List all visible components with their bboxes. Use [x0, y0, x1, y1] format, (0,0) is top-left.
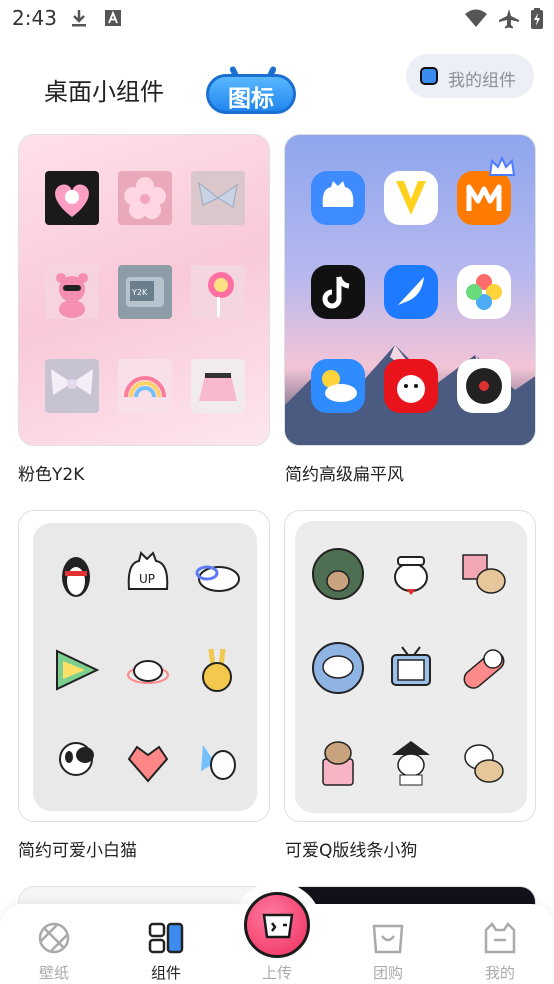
bunny-heart-icon: [45, 171, 99, 225]
upload-icon: [262, 913, 294, 939]
cloud-cat-icon: [195, 565, 240, 592]
mango-tv-icon: [457, 171, 511, 225]
flower-icon: [118, 171, 172, 225]
nav-label-group-buy: 团购: [372, 964, 403, 982]
vip-crown-icon: [488, 155, 516, 176]
weather-icon: [311, 359, 365, 413]
svg-text:Y2K: Y2K: [131, 288, 148, 297]
tv-dog-icon: [391, 646, 431, 686]
card-label-white-cat: 简约可爱小白猫: [18, 841, 137, 861]
widget-square-icon: [420, 67, 438, 85]
icon-tab-badge[interactable]: 图标: [206, 65, 298, 120]
nav-item-group-buy[interactable]: 团购: [348, 904, 428, 984]
skirt-icon: [191, 359, 245, 413]
up-cat-icon: UP: [127, 551, 169, 590]
widget-card-line-dog[interactable]: [284, 510, 536, 822]
bow-icon: [45, 359, 99, 413]
puzzle-dog-icon: [462, 554, 506, 594]
widget-card-flat-mountain[interactable]: [284, 134, 536, 446]
nav-item-profile[interactable]: 我的: [460, 904, 540, 984]
nav-label-profile: 我的: [484, 964, 515, 982]
upload-button[interactable]: [244, 892, 310, 958]
cat-cloud-icon: [311, 171, 365, 225]
dog-bag-icon: [322, 741, 354, 786]
svg-text:UP: UP: [139, 572, 155, 586]
widget-icon: [148, 922, 184, 954]
status-time: 2:43: [12, 6, 57, 30]
icon-tab-label: 图标: [228, 86, 274, 112]
card-label-flat-mountain: 简约高级扁平风: [285, 465, 404, 485]
page-title: 桌面小组件: [44, 78, 164, 106]
airplane-icon: [499, 9, 519, 29]
nav-label-widget: 组件: [150, 964, 181, 982]
bunny-icon: [202, 648, 232, 692]
rainbow-icon: [118, 359, 172, 413]
status-bar: 2:43: [0, 0, 554, 36]
sleeping-cat-icon: [127, 660, 169, 684]
profile-icon: [484, 922, 516, 954]
group-buy-icon: [372, 924, 404, 954]
tv-y2k-icon: Y2K: [118, 265, 172, 319]
my-widget-button[interactable]: 我的组件: [406, 54, 534, 98]
a-badge-icon: [105, 10, 121, 26]
music-disc-icon: [457, 359, 511, 413]
feather-icon: [384, 265, 438, 319]
battery-charging-icon: [531, 8, 543, 29]
capsule-dog-icon: [463, 649, 505, 689]
download-icon: [72, 10, 86, 27]
nav-item-wallpaper[interactable]: 壁纸: [14, 904, 94, 984]
dog-bamboo-icon: [312, 548, 364, 600]
nav-label-upload: 上传: [261, 964, 292, 982]
heart-origami-icon: [127, 745, 169, 783]
card-label-pink-y2k: 粉色Y2K: [18, 465, 85, 485]
joy-dog-icon: [384, 359, 438, 413]
widget-card-white-cat[interactable]: UP: [18, 510, 270, 822]
tiktok-icon: [311, 265, 365, 319]
header: 桌面小组件 图标 我的组件: [0, 40, 554, 120]
widget-card-pink-y2k[interactable]: Y2K: [18, 134, 270, 446]
sailor-dog-icon: [394, 556, 428, 595]
nav-label-wallpaper: 壁纸: [38, 964, 69, 982]
wallpaper-icon: [38, 922, 70, 954]
panda-cat-icon: [59, 742, 94, 776]
my-widget-label: 我的组件: [448, 71, 516, 91]
dog-pair-icon: [464, 744, 504, 783]
yellow-v-icon: [384, 171, 438, 225]
lollipop-icon: [191, 265, 245, 319]
hat-dog-icon: [392, 741, 430, 786]
flying-dog-icon: [312, 642, 364, 694]
butterfly-icon: [191, 171, 245, 225]
fairy-cat-icon: [201, 745, 236, 780]
nav-item-widget[interactable]: 组件: [126, 904, 206, 984]
penguin-icon: [62, 557, 90, 597]
teddy-bear-icon: [45, 265, 99, 319]
wifi-icon: [465, 9, 487, 27]
card-label-line-dog: 可爱Q版线条小狗: [285, 841, 418, 861]
photos-flower-icon: [457, 265, 511, 319]
play-triangle-icon: [56, 649, 100, 691]
